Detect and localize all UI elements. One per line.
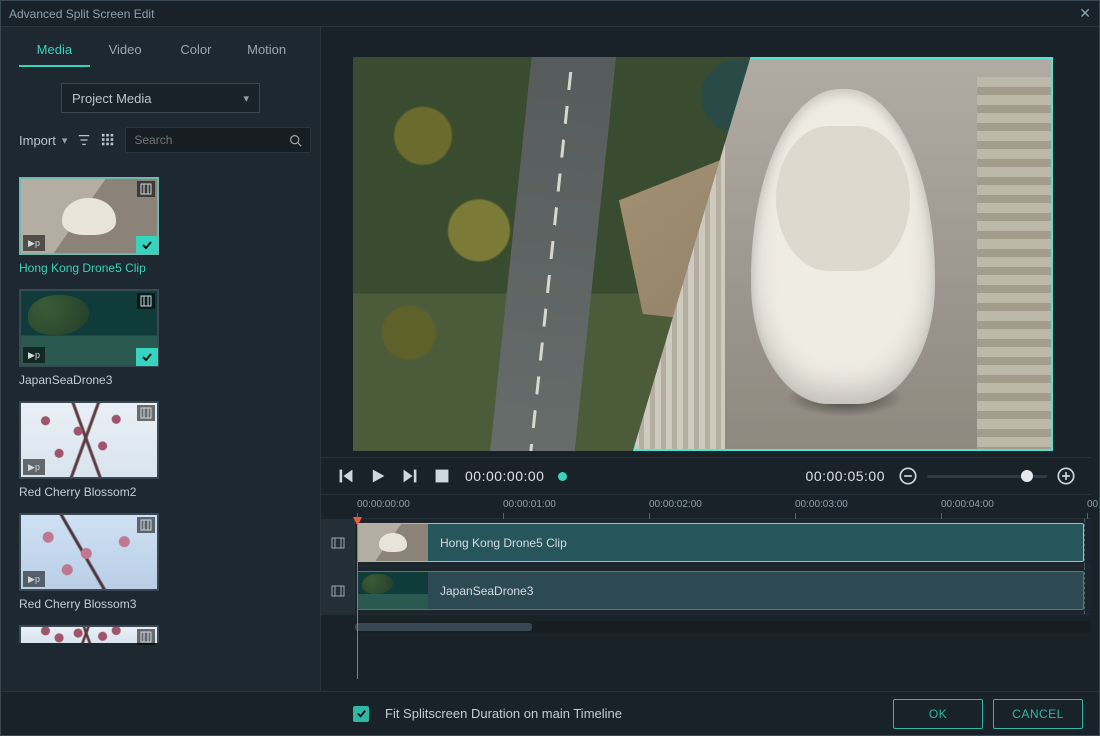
proxy-badge-icon: ▶p: [23, 571, 45, 587]
timeline: 00:00:00:00 00:00:01:00 00:00:02:00 00:0…: [321, 495, 1099, 691]
timeline-track: Hong Kong Drone5 Clip: [321, 519, 1091, 567]
check-icon: [136, 348, 158, 366]
clip-label: Hong Kong Drone5 Clip: [428, 536, 579, 550]
fit-duration-label: Fit Splitscreen Duration on main Timelin…: [385, 706, 622, 721]
timeline-clip[interactable]: JapanSeaDrone3: [357, 571, 1084, 610]
next-frame-button[interactable]: [401, 467, 419, 485]
current-timecode: 00:00:00:00: [465, 468, 544, 484]
stop-button[interactable]: [433, 467, 451, 485]
playhead[interactable]: [357, 519, 358, 679]
clip-label: JapanSeaDrone3: [428, 584, 545, 598]
ok-button[interactable]: OK: [893, 699, 983, 729]
chevron-down-icon: ▾: [62, 134, 68, 147]
media-item-label: Red Cherry Blossom2: [19, 485, 159, 499]
clip-type-icon: [137, 181, 155, 197]
marker-dot-icon: [558, 472, 567, 481]
tab-motion[interactable]: Motion: [231, 32, 302, 67]
chevron-down-icon: ▾: [243, 92, 249, 105]
proxy-badge-icon: ▶p: [23, 459, 45, 475]
close-icon[interactable]: ✕: [1079, 5, 1091, 22]
footer: Fit Splitscreen Duration on main Timelin…: [1, 691, 1099, 735]
media-thumbnail[interactable]: [19, 625, 159, 643]
duration-timecode: 00:00:05:00: [806, 468, 885, 484]
media-thumbnail[interactable]: ▶p: [19, 513, 159, 591]
tab-video[interactable]: Video: [90, 32, 161, 67]
media-item[interactable]: ▶p Red Cherry Blossom3: [19, 513, 159, 611]
clip-type-icon: [137, 293, 155, 309]
media-panel: Media Video Color Motion Project Media ▾…: [1, 27, 321, 691]
clip-type-icon: [137, 629, 155, 645]
panel-tabs: Media Video Color Motion: [1, 27, 320, 67]
track-lane[interactable]: JapanSeaDrone3: [355, 567, 1091, 614]
media-item[interactable]: [19, 625, 159, 643]
media-item[interactable]: ▶p Red Cherry Blossom2: [19, 401, 159, 499]
clip-type-icon: [137, 405, 155, 421]
search-input[interactable]: [125, 127, 311, 153]
proxy-badge-icon: ▶p: [23, 235, 45, 251]
import-button[interactable]: Import ▾: [19, 133, 67, 148]
fit-duration-checkbox[interactable]: [353, 706, 369, 722]
check-icon: [136, 236, 158, 254]
ruler-tick: 00:00:01:00: [503, 499, 556, 510]
media-thumbnail[interactable]: ▶p: [19, 177, 159, 255]
timeline-clip[interactable]: Hong Kong Drone5 Clip: [357, 523, 1084, 562]
track-lane[interactable]: Hong Kong Drone5 Clip: [355, 519, 1091, 566]
media-item[interactable]: ▶p JapanSeaDrone3: [19, 289, 159, 387]
play-button[interactable]: [369, 467, 387, 485]
prev-frame-button[interactable]: [337, 467, 355, 485]
timeline-track: JapanSeaDrone3: [321, 567, 1091, 615]
media-source-select[interactable]: Project Media ▾: [61, 83, 260, 113]
track-header[interactable]: [321, 567, 355, 614]
preview-panel: 00:00:00:00 00:00:05:00 00:00:00:00 00:0…: [321, 27, 1099, 691]
zoom-in-button[interactable]: [1057, 467, 1075, 485]
timeline-scrollbar[interactable]: [355, 621, 1091, 633]
media-list: ▶p Hong Kong Drone5 Clip ▶p JapanSeaDron…: [1, 163, 320, 691]
tab-color[interactable]: Color: [161, 32, 232, 67]
media-item-label: JapanSeaDrone3: [19, 373, 159, 387]
filter-icon[interactable]: [77, 130, 91, 150]
media-item-label: Red Cherry Blossom3: [19, 597, 159, 611]
preview-canvas[interactable]: [353, 57, 1053, 451]
media-item-label: Hong Kong Drone5 Clip: [19, 261, 159, 275]
ruler-tick: 00:00:04:00: [941, 499, 994, 510]
import-label: Import: [19, 133, 56, 148]
ruler-tick: 00:00:03:00: [795, 499, 848, 510]
titlebar: Advanced Split Screen Edit ✕: [1, 1, 1099, 27]
window-title: Advanced Split Screen Edit: [9, 7, 154, 21]
zoom-out-button[interactable]: [899, 467, 917, 485]
media-thumbnail[interactable]: ▶p: [19, 401, 159, 479]
track-header[interactable]: [321, 519, 355, 566]
ruler-tick: 00:00:00:00: [357, 499, 410, 510]
search-icon: [289, 134, 302, 147]
split-screen-editor: Advanced Split Screen Edit ✕ Media Video…: [0, 0, 1100, 736]
zoom-control: [899, 467, 1075, 485]
transport-bar: 00:00:00:00 00:00:05:00: [321, 457, 1091, 495]
tab-media[interactable]: Media: [19, 32, 90, 67]
clip-type-icon: [137, 517, 155, 533]
zoom-slider[interactable]: [927, 475, 1047, 478]
proxy-badge-icon: ▶p: [23, 347, 45, 363]
duration-marker: [1084, 567, 1085, 614]
media-thumbnail[interactable]: ▶p: [19, 289, 159, 367]
media-toolbar: Import ▾: [1, 127, 320, 163]
media-item[interactable]: ▶p Hong Kong Drone5 Clip: [19, 177, 159, 275]
media-source-label: Project Media: [72, 91, 151, 106]
duration-marker: [1084, 519, 1085, 566]
search-field[interactable]: [134, 133, 289, 147]
ruler-tick: 00:00:02:00: [649, 499, 702, 510]
ruler-tick: 00: [1087, 499, 1098, 510]
timeline-ruler[interactable]: 00:00:00:00 00:00:01:00 00:00:02:00 00:0…: [355, 495, 1091, 519]
cancel-button[interactable]: CANCEL: [993, 699, 1083, 729]
grid-view-icon[interactable]: [101, 130, 115, 150]
